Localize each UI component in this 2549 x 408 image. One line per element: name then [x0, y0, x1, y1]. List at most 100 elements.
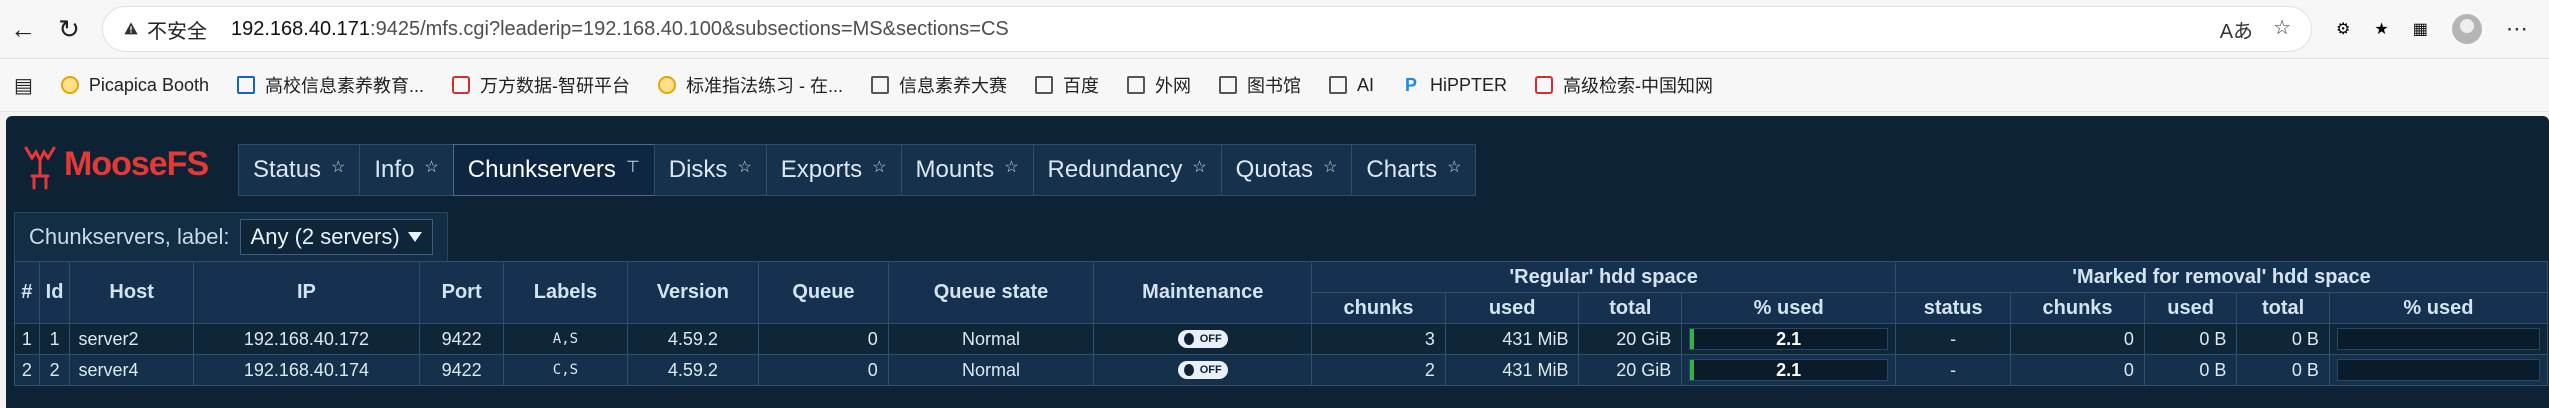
col-used[interactable]: used: [1444, 292, 1580, 324]
row-status: -: [1895, 354, 2012, 386]
bookmark-typing[interactable]: 标准指法练习 - 在...: [658, 72, 843, 98]
row-host: server4: [69, 354, 194, 386]
tab-label: Exports: [780, 156, 863, 183]
row-port: 9422: [418, 354, 505, 386]
maintenance-toggle[interactable]: OFF: [1177, 360, 1228, 379]
read-aloud-icon[interactable]: Aあ: [2220, 15, 2253, 44]
bookmark-cnki[interactable]: 高级检索-中国知网: [1535, 72, 1713, 98]
pin-icon[interactable]: ☆: [1192, 157, 1206, 177]
pin-icon[interactable]: ☆: [1447, 157, 1461, 177]
pin-icon[interactable]: ☆: [1323, 157, 1337, 177]
bookmark-folder-ai[interactable]: AI: [1329, 75, 1374, 96]
insecure-indicator[interactable]: 不安全: [123, 15, 207, 44]
col-maintenance[interactable]: Maintenance: [1093, 261, 1313, 324]
tab-label: Status: [253, 156, 322, 183]
tab-quotas[interactable]: Quotas ☆: [1220, 144, 1352, 196]
bookmark-hippter[interactable]: P HiPPTER: [1402, 75, 1507, 96]
row-used-removal: 0 B: [2143, 354, 2238, 386]
bookmark-folder-library[interactable]: 图书馆: [1219, 72, 1301, 98]
address-actions: Aあ ☆: [2220, 15, 2291, 44]
emoji-icon: [658, 76, 676, 94]
row-queue-state: Normal: [887, 323, 1095, 355]
col-id[interactable]: Id: [38, 261, 71, 324]
label-select[interactable]: Any (2 servers): [239, 219, 433, 255]
label-select-value: Any (2 servers): [250, 224, 400, 249]
row-queue: 0: [758, 323, 889, 355]
bookmark-label: 外网: [1155, 76, 1191, 96]
col-pct-used[interactable]: % used: [1681, 292, 1897, 324]
chunkservers-panel: Chunkservers, label: Any (2 servers) # I…: [14, 212, 2549, 386]
moosefs-logo[interactable]: MooseFS: [22, 130, 222, 190]
tab-exports[interactable]: Exports ☆: [765, 144, 901, 196]
row-status: -: [1895, 323, 2012, 355]
bookmark-label: 百度: [1063, 76, 1099, 96]
tab-charts[interactable]: Charts ☆: [1351, 144, 1477, 196]
pin-icon[interactable]: ☆: [737, 157, 751, 177]
col-queue[interactable]: Queue: [758, 261, 889, 324]
usage-bar: 2.1: [1689, 359, 1889, 381]
reading-list-icon[interactable]: ▤: [14, 73, 33, 98]
extensions-icon[interactable]: ⚙: [2336, 19, 2350, 39]
row-version: 4.59.2: [626, 323, 760, 355]
bookmark-wanfang[interactable]: 万方数据-智研平台: [452, 72, 630, 98]
col-chunks[interactable]: chunks: [1311, 292, 1446, 324]
tab-mounts[interactable]: Mounts ☆: [900, 144, 1033, 196]
bookmark-picapica[interactable]: Picapica Booth: [60, 75, 209, 96]
tab-disks[interactable]: Disks ☆: [653, 144, 766, 196]
back-icon[interactable]: ←: [0, 6, 46, 52]
bookmark-folder-baidu[interactable]: 百度: [1035, 72, 1099, 98]
toggle-knob: [1183, 363, 1194, 376]
bookmark-info-literacy[interactable]: 高校信息素养教育...: [236, 72, 424, 98]
refresh-icon[interactable]: ↻: [46, 6, 92, 52]
col-ip[interactable]: IP: [192, 261, 420, 324]
col-used-removal[interactable]: used: [2143, 292, 2238, 324]
tab-label: Charts: [1366, 156, 1438, 183]
row-chunks: 2: [1311, 354, 1446, 386]
row-ip: 192.168.40.174: [192, 354, 420, 386]
maintenance-toggle[interactable]: OFF: [1177, 329, 1228, 348]
tab-info[interactable]: Info ☆: [359, 144, 453, 196]
menu-icon[interactable]: ⋯: [2506, 16, 2528, 42]
col-pct-used-removal[interactable]: % used: [2328, 292, 2549, 324]
pin-icon[interactable]: ☆: [872, 157, 886, 177]
tab-label: Mounts: [915, 156, 995, 183]
folder-icon: [1219, 76, 1237, 94]
row-version: 4.59.2: [626, 354, 760, 386]
address-bar[interactable]: 不安全 192.168.40.171 :9425/mfs.cgi?leaderi…: [102, 6, 2312, 52]
bookmark-label: 标准指法练习 - 在...: [686, 76, 843, 96]
col-chunks-removal[interactable]: chunks: [2010, 292, 2145, 324]
tab-status[interactable]: Status ☆: [238, 144, 360, 196]
row-used: 431 MiB: [1444, 323, 1580, 355]
tab-redundancy[interactable]: Redundancy ☆: [1032, 144, 1221, 196]
bookmark-folder-competition[interactable]: 信息素养大赛: [871, 72, 1007, 98]
toggle-label: OFF: [1199, 332, 1222, 345]
bookmark-folder-external[interactable]: 外网: [1127, 72, 1191, 98]
collections-icon[interactable]: ▦: [2413, 19, 2428, 39]
col-total[interactable]: total: [1578, 292, 1683, 324]
filter-label: Chunkservers, label:: [29, 224, 230, 249]
star-icon[interactable]: ☆: [2273, 15, 2291, 44]
table-row: 1 1 server2 192.168.40.172 9422 A,S 4.59…: [14, 323, 2549, 355]
z-logo-icon: [236, 76, 255, 94]
chevron-down-icon: [407, 232, 422, 242]
col-version[interactable]: Version: [626, 261, 760, 324]
row-used: 431 MiB: [1444, 354, 1580, 386]
tab-chunkservers[interactable]: Chunkservers ⊤: [452, 144, 654, 196]
usage-bar-removal: [2336, 359, 2540, 381]
col-total-removal[interactable]: total: [2236, 292, 2330, 324]
pin-icon[interactable]: ⊤: [626, 157, 640, 177]
wanfang-icon: [452, 76, 470, 94]
row-pct-used: 2.1: [1681, 323, 1897, 355]
profile-avatar[interactable]: [2451, 14, 2482, 44]
pin-icon[interactable]: ☆: [424, 157, 438, 177]
col-status[interactable]: status: [1895, 292, 2012, 324]
col-port[interactable]: Port: [418, 261, 505, 324]
col-host[interactable]: Host: [69, 261, 194, 324]
col-queue-state[interactable]: Queue state: [887, 261, 1095, 324]
bookmark-label: 信息素养大赛: [899, 76, 1007, 96]
pin-icon[interactable]: ☆: [331, 157, 345, 177]
col-labels[interactable]: Labels: [503, 261, 628, 324]
favorites-icon[interactable]: ★: [2374, 19, 2388, 39]
folder-icon: [871, 76, 889, 94]
pin-icon[interactable]: ☆: [1004, 157, 1018, 177]
